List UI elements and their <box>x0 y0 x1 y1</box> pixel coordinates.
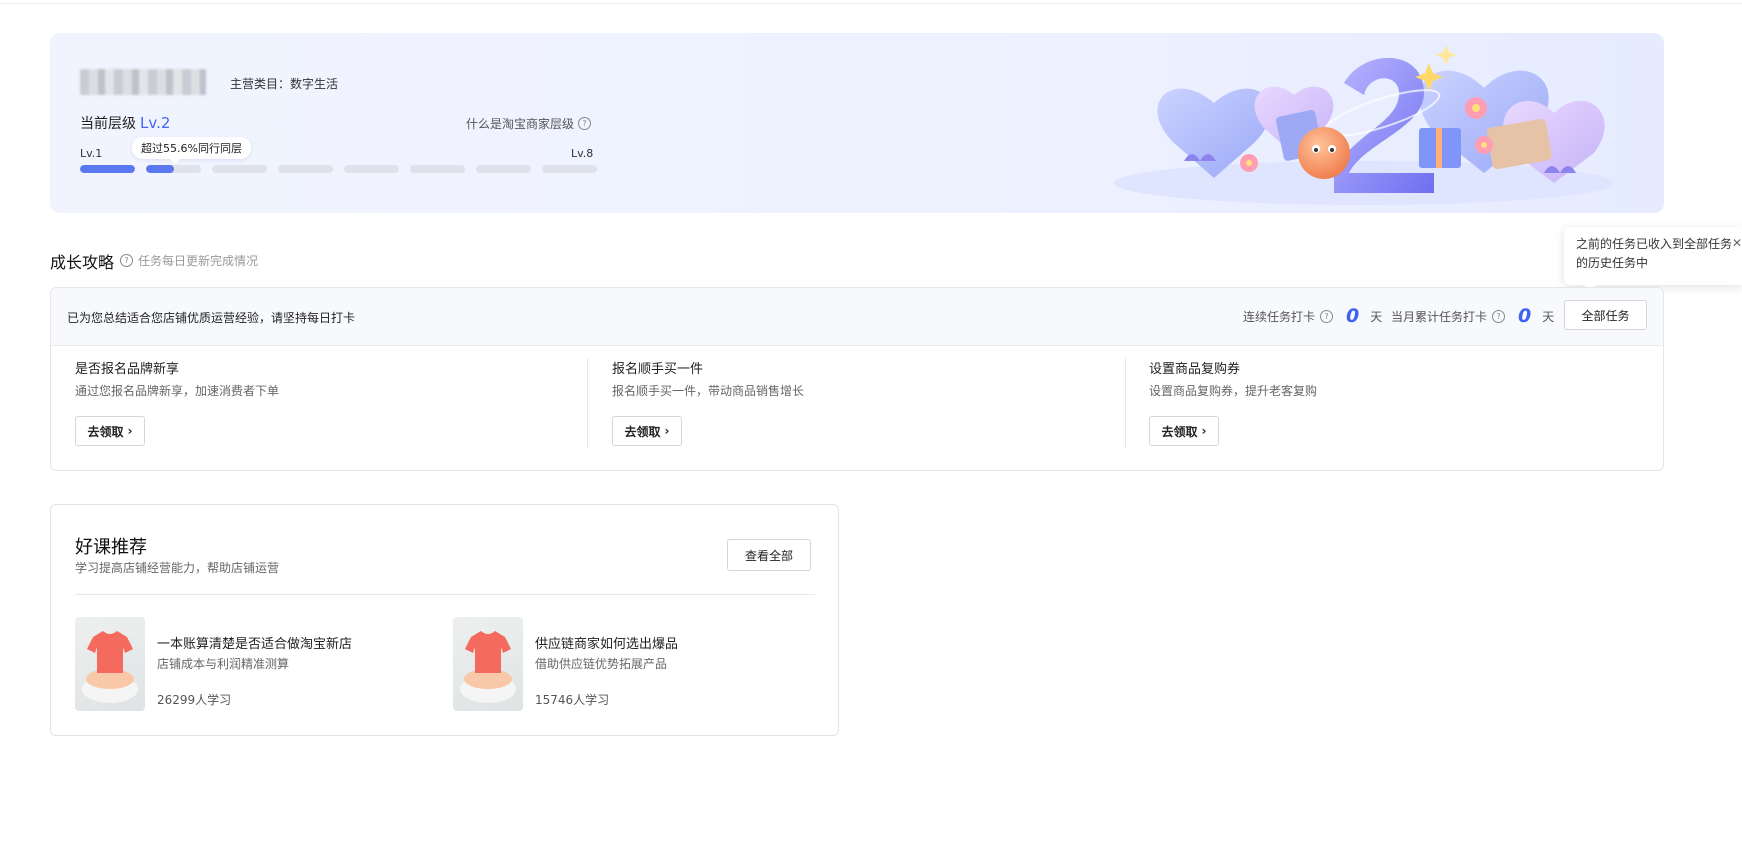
recommended-courses-card: 好课推荐 学习提高店铺经营能力，帮助店铺运营 查看全部 一本账算清楚是否适合做淘… <box>50 504 839 736</box>
claim-button[interactable]: 去领取 › <box>612 416 682 446</box>
level-segment <box>476 165 531 173</box>
course-desc: 店铺成本与利润精准测算 <box>157 657 290 671</box>
growth-subtitle: ? 任务每日更新完成情况 <box>120 252 258 269</box>
level-segment <box>80 165 135 173</box>
month-label: 当月累计任务打卡 <box>1391 309 1488 324</box>
what-is-level-text: 什么是淘宝商家层级 <box>466 117 575 131</box>
level-banner-illustration <box>1114 45 1614 205</box>
course-desc: 借助供应链优势拓展产品 <box>535 657 668 671</box>
course-name: 供应链商家如何选出爆品 <box>535 637 679 652</box>
what-is-level-link[interactable]: 什么是淘宝商家层级 ? <box>466 115 592 132</box>
task-desc: 通过您报名品牌新享，加速消费者下单 <box>75 384 280 398</box>
tooltip-text: 之前的任务已收入到全部任务的历史任务中 <box>1576 237 1733 270</box>
task-item: 是否报名品牌新享 通过您报名品牌新享，加速消费者下单 去领取 › <box>75 358 595 454</box>
close-icon[interactable]: ✕ <box>1732 234 1742 253</box>
month-value: 0 <box>1518 305 1532 327</box>
claim-button[interactable]: 去领取 › <box>75 416 145 446</box>
month-unit: 天 <box>1542 309 1555 324</box>
question-icon[interactable]: ? <box>120 254 133 267</box>
percentile-tooltip: 超过55.6%同行同层 <box>132 137 251 164</box>
task-title: 是否报名品牌新享 <box>75 362 180 377</box>
question-icon[interactable]: ? <box>1492 309 1506 323</box>
month-counter: 当月累计任务打卡 ? 0 天 <box>1391 305 1554 327</box>
course-thumbnail <box>75 617 145 711</box>
level-segment <box>278 165 333 173</box>
streak-counter: 连续任务打卡 ? 0 天 <box>1243 305 1382 327</box>
level-max-label: Lv.8 <box>571 147 594 160</box>
view-all-button[interactable]: 查看全部 <box>727 539 811 571</box>
merchant-level-card: 主营类目：数字生活 当前层级 Lv.2 什么是淘宝商家层级 ? Lv.1 Lv.8… <box>50 33 1664 213</box>
courses-subtitle: 学习提高店铺经营能力，帮助店铺运营 <box>75 561 280 575</box>
task-item: 设置商品复购券 设置商品复购券，提升老客复购 去领取 › <box>1149 358 1663 454</box>
level-segment <box>410 165 465 173</box>
tasks-note: 已为您总结适合您店铺优质运营经验，请坚持每日打卡 <box>67 311 356 325</box>
level-min-label: Lv.1 <box>80 147 103 160</box>
shop-name-mosaic <box>80 69 206 95</box>
task-item: 报名顺手买一件 报名顺手买一件，带动商品销售增长 去领取 › <box>612 358 1132 454</box>
level-segment <box>542 165 597 173</box>
courses-divider <box>75 594 815 595</box>
question-icon[interactable]: ? <box>1320 309 1334 323</box>
course-learners: 26299人学习 <box>157 693 232 707</box>
level-segment-fill <box>146 165 174 173</box>
course-thumbnail <box>453 617 523 711</box>
growth-tasks-card: 已为您总结适合您店铺优质运营经验，请坚持每日打卡 连续任务打卡 ? 0 天 当月… <box>50 287 1664 471</box>
history-tasks-tooltip: 之前的任务已收入到全部任务的历史任务中 ✕ <box>1564 227 1742 291</box>
courses-title: 好课推荐 <box>75 537 147 558</box>
streak-label: 连续任务打卡 <box>1243 309 1316 324</box>
tasks-header: 已为您总结适合您店铺优质运营经验，请坚持每日打卡 连续任务打卡 ? 0 天 当月… <box>51 288 1663 346</box>
main-category: 主营类目：数字生活 <box>230 77 339 91</box>
streak-value: 0 <box>1346 305 1360 327</box>
claim-button-label: 去领取 <box>624 424 661 439</box>
growth-title: 成长攻略 <box>50 253 115 272</box>
top-divider <box>0 0 1742 4</box>
claim-button-label: 去领取 <box>1161 424 1198 439</box>
claim-button-label: 去领取 <box>87 424 124 439</box>
level-progress-bar <box>80 165 597 173</box>
chevron-right-icon: › <box>664 424 670 438</box>
task-divider <box>1125 358 1126 448</box>
level-segment <box>344 165 399 173</box>
growth-subtitle-text: 任务每日更新完成情况 <box>138 254 259 268</box>
course-learners: 15746人学习 <box>535 693 610 707</box>
task-desc: 报名顺手买一件，带动商品销售增长 <box>612 384 805 398</box>
current-level-value: Lv.2 <box>140 114 171 132</box>
claim-button[interactable]: 去领取 › <box>1149 416 1219 446</box>
course-name: 一本账算清楚是否适合做淘宝新店 <box>157 637 353 652</box>
level-segment <box>212 165 267 173</box>
chevron-right-icon: › <box>1201 424 1207 438</box>
level-segment-fill <box>80 165 135 173</box>
course-item[interactable]: 供应链商家如何选出爆品 借助供应链优势拓展产品 15746人学习 <box>453 617 813 711</box>
chevron-right-icon: › <box>127 424 133 438</box>
streak-unit: 天 <box>1370 309 1383 324</box>
task-title: 报名顺手买一件 <box>612 362 704 377</box>
level-segment <box>146 165 201 173</box>
task-divider <box>587 358 588 448</box>
course-item[interactable]: 一本账算清楚是否适合做淘宝新店 店铺成本与利润精准测算 26299人学习 <box>75 617 435 711</box>
tshirt-icon <box>82 631 138 703</box>
all-tasks-button[interactable]: 全部任务 <box>1564 300 1647 330</box>
task-desc: 设置商品复购券，提升老客复购 <box>1149 384 1318 398</box>
question-icon: ? <box>578 117 592 130</box>
task-title: 设置商品复购券 <box>1149 362 1241 377</box>
current-level-label: 当前层级 <box>80 116 136 132</box>
tshirt-icon <box>460 631 516 703</box>
current-level: 当前层级 Lv.2 <box>80 113 170 133</box>
